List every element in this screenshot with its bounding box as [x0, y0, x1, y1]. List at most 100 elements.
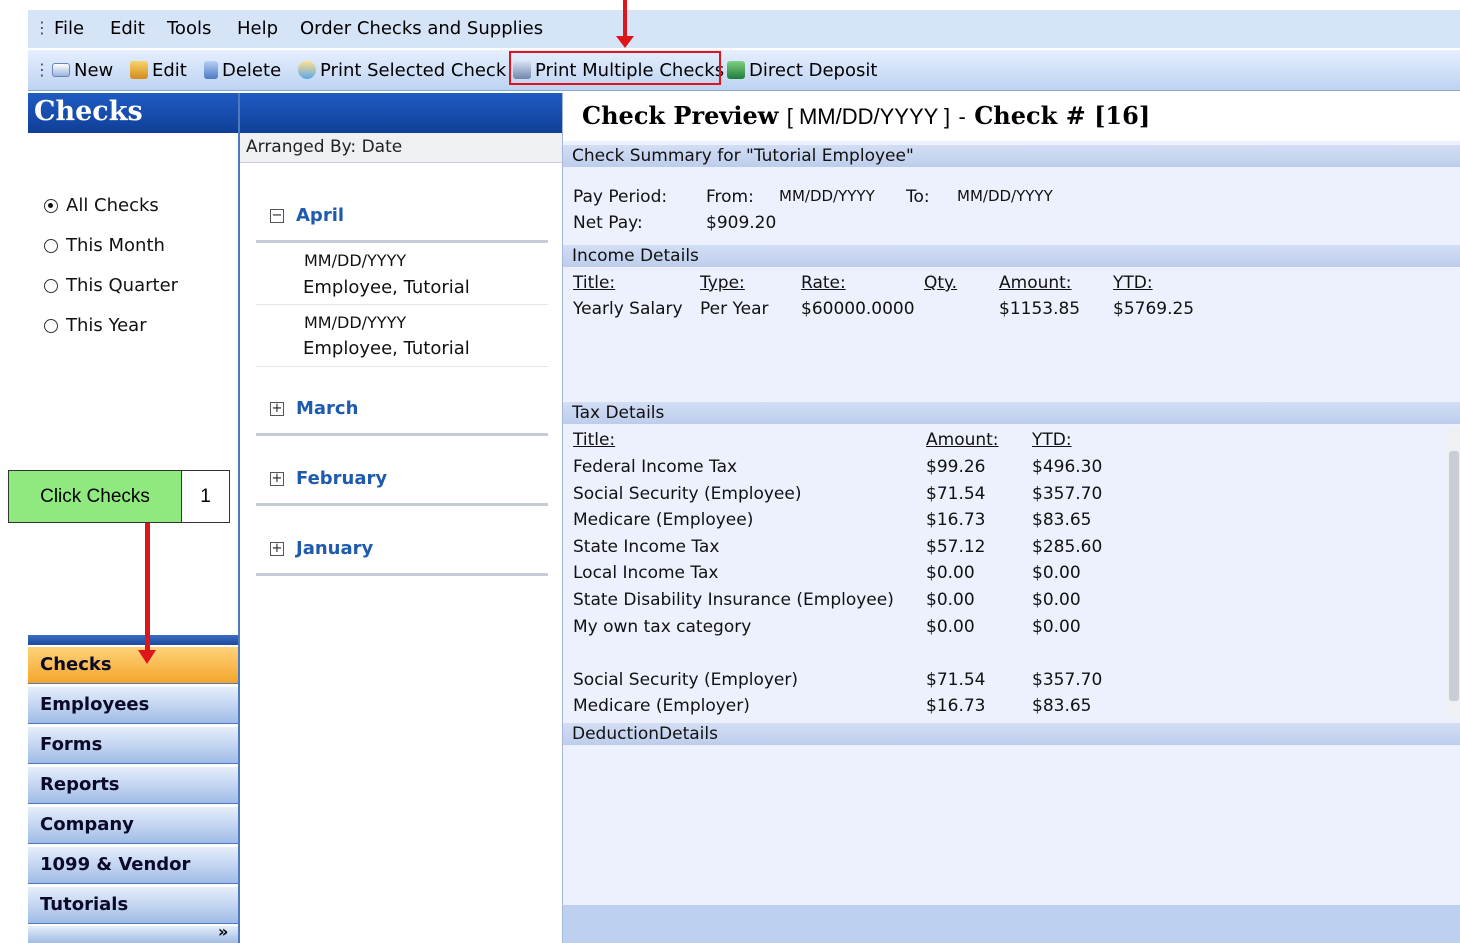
group-january[interactable]: + January: [270, 538, 373, 559]
callout-arrow: [145, 523, 150, 653]
edit-icon: [130, 61, 148, 79]
tax-row-title: Social Security (Employee): [573, 484, 802, 504]
check-list-pane: Arranged By: Date − April MM/DD/YYYY Emp…: [240, 93, 563, 943]
direct-deposit-button[interactable]: Direct Deposit: [727, 57, 877, 83]
income-header-type: Type:: [700, 273, 745, 293]
menu-edit[interactable]: Edit: [110, 18, 145, 39]
tax-row-ytd: $357.70: [1032, 484, 1103, 504]
tax-row-amount: $16.73: [926, 696, 986, 716]
top-pointer-arrowhead: [616, 36, 634, 48]
income-header-title: Title:: [573, 273, 616, 293]
group-april[interactable]: − April: [270, 205, 344, 226]
check-entry-name[interactable]: Employee, Tutorial: [303, 277, 470, 298]
menu-help[interactable]: Help: [237, 18, 278, 39]
new-icon: [52, 63, 70, 77]
group-divider: [256, 503, 548, 506]
tax-row-title: Social Security (Employer): [573, 670, 799, 690]
print-selected-icon: [298, 61, 316, 79]
from-value: MM/DD/YYYY: [779, 187, 875, 205]
tax-row-title: Federal Income Tax: [573, 457, 738, 477]
tax-row-title: My own tax category: [573, 617, 752, 637]
filter-label: All Checks: [66, 195, 159, 216]
nav-company[interactable]: Company: [28, 806, 238, 844]
income-header-ytd: YTD:: [1113, 273, 1153, 293]
nav-pane-splitter[interactable]: [28, 635, 238, 645]
print-multiple-highlight-box: [509, 51, 721, 85]
income-row-title: Yearly Salary: [573, 299, 683, 319]
nav-checks[interactable]: Checks: [28, 646, 238, 684]
to-value: MM/DD/YYYY: [957, 187, 1053, 205]
group-divider: [256, 433, 548, 436]
tax-row-title: Medicare (Employer): [573, 696, 750, 716]
delete-button[interactable]: Delete: [204, 57, 281, 83]
nav-1099-vendor[interactable]: 1099 & Vendor: [28, 846, 238, 884]
filter-this-quarter[interactable]: This Quarter: [44, 275, 178, 296]
check-entry-date[interactable]: MM/DD/YYYY: [304, 251, 406, 270]
radio-selected-icon: [44, 198, 58, 213]
print-selected-label: Print Selected Check: [320, 59, 507, 81]
direct-deposit-label: Direct Deposit: [749, 59, 878, 81]
filter-all-checks[interactable]: All Checks: [44, 195, 159, 216]
callout-step-number: 1: [182, 471, 229, 522]
group-label: January: [296, 538, 374, 559]
menu-file[interactable]: File: [54, 18, 84, 39]
new-button[interactable]: New: [52, 57, 113, 83]
filter-this-month[interactable]: This Month: [44, 235, 165, 256]
tax-header-amount: Amount:: [926, 430, 999, 450]
callout-label: Click Checks: [9, 471, 182, 522]
filter-this-year[interactable]: This Year: [44, 315, 147, 336]
collapse-icon[interactable]: −: [270, 208, 284, 223]
tax-row-amount: $71.54: [926, 670, 986, 690]
group-divider: [256, 240, 548, 243]
left-pane-title: Checks: [28, 93, 238, 133]
nav-tutorials[interactable]: Tutorials: [28, 886, 238, 924]
arranged-by-header[interactable]: Arranged By: Date: [240, 133, 562, 163]
nav-employees[interactable]: Employees: [28, 686, 238, 724]
menu-order-checks[interactable]: Order Checks and Supplies: [300, 18, 543, 39]
preview-title-check-number: Check # [16]: [974, 101, 1151, 130]
tax-row-amount: $0.00: [926, 563, 975, 583]
toolbar-grip-icon: ⋮: [34, 60, 50, 79]
menu-grip-icon: ⋮: [34, 18, 50, 37]
check-summary-bar: Check Summary for "Tutorial Employee": [563, 145, 1460, 167]
tax-row-ytd: $357.70: [1032, 670, 1103, 690]
group-february[interactable]: + February: [270, 468, 387, 489]
income-row-ytd: $5769.25: [1113, 299, 1195, 319]
tax-row-amount: $0.00: [926, 617, 975, 637]
group-march[interactable]: + March: [270, 398, 358, 419]
tax-header-title: Title:: [573, 430, 616, 450]
edit-label: Edit: [152, 59, 187, 81]
toolbar: ⋮ New Edit Delete Print Selected Check P…: [28, 50, 1460, 91]
print-selected-check-button[interactable]: Print Selected Check: [298, 57, 506, 83]
nav-more-icon[interactable]: »: [218, 922, 228, 941]
income-details-bar: Income Details: [563, 245, 1460, 267]
menu-tools[interactable]: Tools: [167, 18, 211, 39]
group-label: February: [296, 468, 388, 489]
tax-row-ytd: $0.00: [1032, 617, 1081, 637]
tax-header-ytd: YTD:: [1032, 430, 1072, 450]
check-preview-pane: Check Preview [ MM/DD/YYYY ] - Check # […: [563, 93, 1460, 943]
tax-row-ytd: $0.00: [1032, 590, 1081, 610]
nav-forms[interactable]: Forms: [28, 726, 238, 764]
check-entry-date[interactable]: MM/DD/YYYY: [304, 313, 406, 332]
deduction-details-bar: DeductionDetails: [563, 723, 1460, 745]
delete-label: Delete: [222, 59, 282, 81]
nav-reports[interactable]: Reports: [28, 766, 238, 804]
filter-label: This Quarter: [66, 275, 179, 296]
radio-icon: [44, 238, 58, 253]
check-entry-name[interactable]: Employee, Tutorial: [303, 338, 470, 359]
tax-row-amount: $16.73: [926, 510, 986, 530]
preview-title-date: [ MM/DD/YYYY ]: [786, 104, 951, 129]
net-pay-value: $909.20: [706, 213, 777, 233]
tax-row-amount: $57.12: [926, 537, 986, 557]
tax-row-ytd: $0.00: [1032, 563, 1081, 583]
edit-button[interactable]: Edit: [130, 57, 187, 83]
nav-overflow-bar[interactable]: »: [28, 922, 238, 943]
expand-icon[interactable]: +: [270, 541, 284, 556]
tax-row-ytd: $496.30: [1032, 457, 1103, 477]
expand-icon[interactable]: +: [270, 471, 284, 486]
tax-scrollbar-thumb[interactable]: [1449, 451, 1459, 701]
entry-divider: [256, 304, 548, 305]
expand-icon[interactable]: +: [270, 401, 284, 416]
tax-row-title: State Disability Insurance (Employee): [573, 590, 894, 610]
